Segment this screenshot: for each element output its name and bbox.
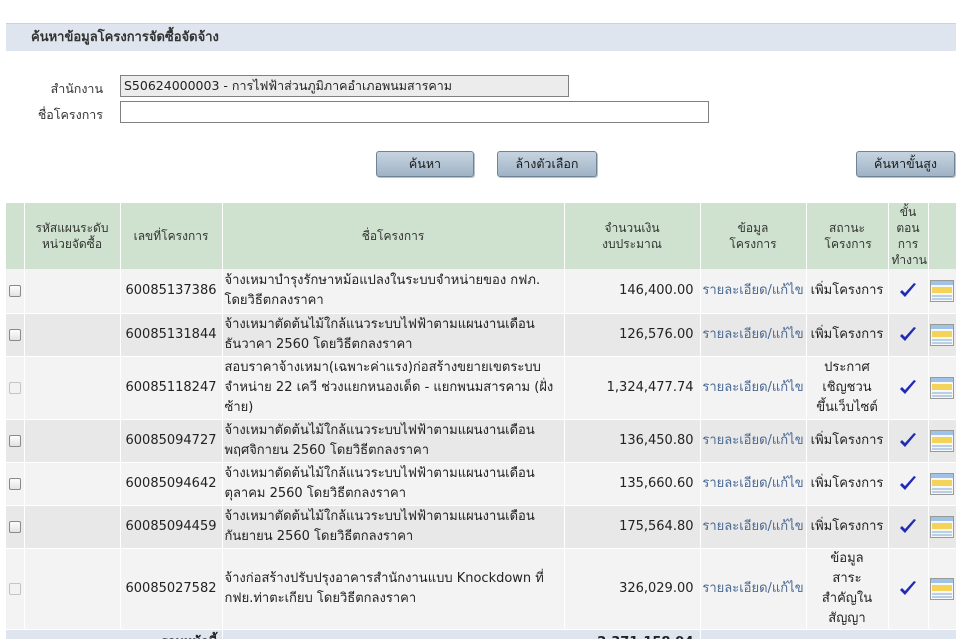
header-project-number: เลขที่โครงการ — [120, 203, 223, 269]
budget-cell: 1,324,477.74 — [564, 356, 701, 420]
plan-code-cell — [24, 356, 121, 420]
table-header-row: รหัสแผนระดับหน่วยจัดซื้อ เลขที่โครงการ ช… — [6, 203, 957, 269]
budget-cell: 175,564.80 — [564, 505, 701, 549]
plan-code-cell — [24, 419, 121, 463]
project-number-cell: 60085094727 — [120, 419, 223, 463]
header-info: ข้อมูลโครงการ — [700, 203, 807, 269]
page-title: ค้นหาข้อมูลโครงการจัดซื้อจัดจ้าง — [6, 23, 956, 51]
total-filler — [700, 629, 957, 639]
table-row: 60085027582 จ้างก่อสร้างปรับปรุงอาคารสำน… — [6, 548, 957, 630]
row-select-checkbox[interactable] — [8, 435, 21, 447]
agency-label: สำนักงาน — [50, 81, 103, 96]
header-plan-code: รหัสแผนระดับหน่วยจัดซื้อ — [24, 203, 121, 269]
plan-code-cell — [24, 313, 121, 357]
table-row: 60085137386 จ้างเหมาบำรุงรักษาหม้อแปลงใน… — [6, 269, 957, 314]
budget-cell: 126,576.00 — [564, 313, 701, 357]
row-select-checkbox[interactable] — [8, 382, 21, 394]
search-button[interactable]: ค้นหา — [376, 151, 474, 177]
agency-field[interactable]: S50624000003 - การไฟฟ้าส่วนภูมิภาคอำเภอพ… — [120, 75, 569, 97]
status-cell: เพิ่มโครงการ — [806, 419, 889, 463]
total-amount: 2,371,158.94 — [222, 629, 701, 639]
project-name-cell: จ้างก่อสร้างปรับปรุงอาคารสำนักงานแบบ Kno… — [222, 548, 565, 630]
status-cell: เพิ่มโครงการ — [806, 462, 889, 506]
table-row: 60085094727 จ้างเหมาตัดต้นไม้ใกล้แนวระบบ… — [6, 419, 957, 463]
plan-code-cell — [24, 548, 121, 630]
status-cell: เพิ่มโครงการ — [806, 505, 889, 549]
detail-edit-link[interactable]: รายละเอียด/แก้ไข — [700, 462, 807, 506]
checkmark-icon[interactable] — [899, 476, 917, 492]
plan-code-cell — [24, 269, 121, 314]
header-select — [6, 203, 25, 269]
status-cell: ประกาศเชิญชวนขึ้นเว็บไซต์ — [806, 356, 889, 420]
project-name-cell: จ้างเหมาตัดต้นไม้ใกล้แนวระบบไฟฟ้าตามแผนง… — [222, 419, 565, 463]
detail-edit-link[interactable]: รายละเอียด/แก้ไข — [700, 356, 807, 420]
checkmark-icon[interactable] — [899, 433, 917, 449]
row-select-checkbox[interactable] — [8, 285, 21, 298]
row-select-checkbox[interactable] — [8, 478, 21, 490]
project-number-cell: 60085137386 — [120, 269, 223, 314]
project-number-cell: 60085094642 — [120, 462, 223, 506]
plan-code-cell — [24, 505, 121, 549]
project-name-input[interactable] — [120, 101, 709, 123]
row-select-checkbox[interactable] — [8, 521, 21, 533]
form-document-icon[interactable] — [930, 515, 954, 538]
form-document-icon[interactable] — [930, 472, 954, 495]
checkmark-icon[interactable] — [899, 581, 917, 597]
form-document-icon[interactable] — [930, 279, 954, 302]
total-row: รวมหน้านี้ 2,371,158.94 — [6, 629, 957, 639]
budget-cell: 326,029.00 — [564, 548, 701, 630]
header-budget: จำนวนเงินงบประมาณ — [564, 203, 701, 269]
form-document-icon[interactable] — [930, 577, 954, 600]
detail-edit-link[interactable]: รายละเอียด/แก้ไข — [700, 548, 807, 630]
project-name-cell: จ้างเหมาบำรุงรักษาหม้อแปลงในระบบจำหน่ายข… — [222, 269, 565, 314]
budget-cell: 136,450.80 — [564, 419, 701, 463]
row-select-checkbox[interactable] — [8, 583, 21, 595]
project-number-cell: 60085118247 — [120, 356, 223, 420]
table-row: 60085131844 จ้างเหมาตัดต้นไม้ใกล้แนวระบบ… — [6, 313, 957, 357]
budget-cell: 135,660.60 — [564, 462, 701, 506]
clear-selection-button[interactable]: ล้างตัวเลือก — [497, 151, 597, 177]
total-label: รวมหน้านี้ — [6, 629, 223, 639]
project-number-cell: 60085131844 — [120, 313, 223, 357]
table-row: 60085118247 สอบราคาจ้างเหมา(เฉพาะค่าแรง)… — [6, 356, 957, 420]
detail-edit-link[interactable]: รายละเอียด/แก้ไข — [700, 313, 807, 357]
header-step: ขั้นตอนการทำงาน — [888, 203, 929, 269]
project-name-cell: จ้างเหมาตัดต้นไม้ใกล้แนวระบบไฟฟ้าตามแผนง… — [222, 505, 565, 549]
results-table: รหัสแผนระดับหน่วยจัดซื้อ เลขที่โครงการ ช… — [6, 203, 957, 639]
checkmark-icon[interactable] — [899, 380, 917, 396]
header-form — [928, 203, 957, 269]
header-project-name: ชื่อโครงการ — [222, 203, 565, 269]
project-name-label: ชื่อโครงการ — [37, 107, 103, 122]
form-document-icon[interactable] — [930, 376, 954, 399]
detail-edit-link[interactable]: รายละเอียด/แก้ไข — [700, 505, 807, 549]
project-name-cell: สอบราคาจ้างเหมา(เฉพาะค่าแรง)ก่อสร้างขยาย… — [222, 356, 565, 420]
header-status: สถานะโครงการ — [806, 203, 889, 269]
checkmark-icon[interactable] — [899, 327, 917, 343]
checkmark-icon[interactable] — [899, 283, 917, 299]
status-cell: ข้อมูลสาระสำคัญในสัญญา — [806, 548, 889, 630]
table-row: 60085094642 จ้างเหมาตัดต้นไม้ใกล้แนวระบบ… — [6, 462, 957, 506]
status-cell: เพิ่มโครงการ — [806, 269, 889, 314]
table-row: 60085094459 จ้างเหมาตัดต้นไม้ใกล้แนวระบบ… — [6, 505, 957, 549]
project-name-cell: จ้างเหมาตัดต้นไม้ใกล้แนวระบบไฟฟ้าตามแผนง… — [222, 313, 565, 357]
project-number-cell: 60085094459 — [120, 505, 223, 549]
checkmark-icon[interactable] — [899, 519, 917, 535]
status-cell: เพิ่มโครงการ — [806, 313, 889, 357]
plan-code-cell — [24, 462, 121, 506]
budget-cell: 146,400.00 — [564, 269, 701, 314]
project-name-cell: จ้างเหมาตัดต้นไม้ใกล้แนวระบบไฟฟ้าตามแผนง… — [222, 462, 565, 506]
row-select-checkbox[interactable] — [8, 329, 21, 341]
advanced-search-button[interactable]: ค้นหาขั้นสูง — [856, 151, 955, 177]
project-number-cell: 60085027582 — [120, 548, 223, 630]
detail-edit-link[interactable]: รายละเอียด/แก้ไข — [700, 269, 807, 314]
form-document-icon[interactable] — [930, 323, 954, 346]
form-document-icon[interactable] — [930, 429, 954, 452]
detail-edit-link[interactable]: รายละเอียด/แก้ไข — [700, 419, 807, 463]
